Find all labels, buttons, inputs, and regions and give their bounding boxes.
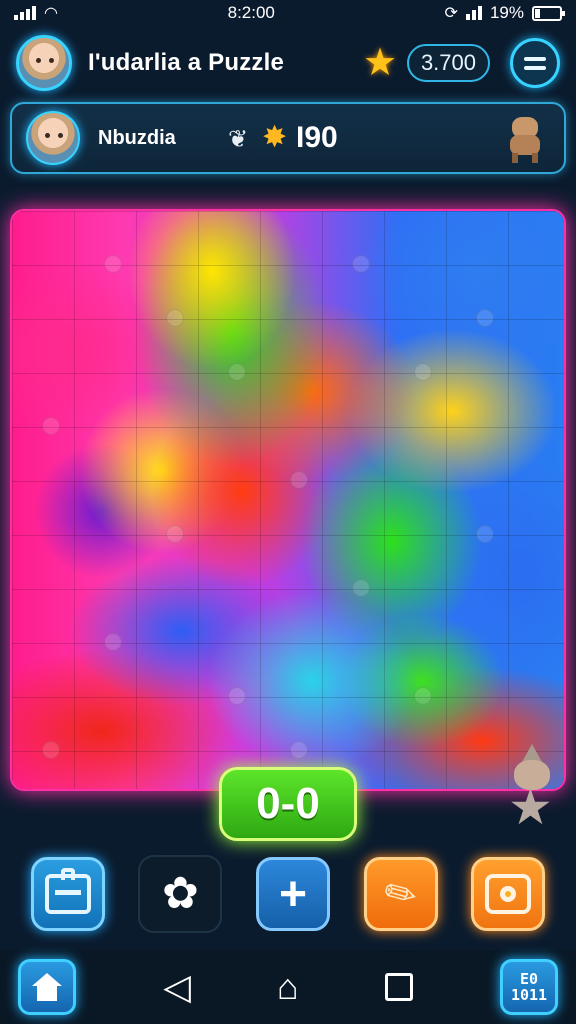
profile-avatar[interactable] <box>16 35 72 91</box>
puzzle-piece-icon: ✸ <box>262 121 288 154</box>
home-icon <box>32 973 62 1001</box>
coin-counter: ★ 3.700 <box>363 44 490 82</box>
hint-button[interactable]: ✎ <box>363 857 438 931</box>
signal-icon <box>14 6 36 20</box>
cell-signal-icon <box>465 6 482 20</box>
star-icon: ★ <box>362 42 398 84</box>
action-bar: ✿ + ✎ <box>0 846 576 942</box>
top-header: I'udarlia a Puzzle ★ 3.700 <box>0 28 576 98</box>
shop-bag-icon <box>485 874 532 914</box>
wifi-icon: ◠ <box>44 5 58 22</box>
puzzle-piece-outline-icon: ✿ <box>161 869 199 918</box>
status-right: ⟳ 19% <box>444 3 565 23</box>
coin-amount: 3.700 <box>406 44 490 82</box>
grid-icon: E0 1011 <box>510 970 548 1004</box>
menu-icon <box>524 56 546 61</box>
navigation-bar: ◁ ⌂ E0 1011 <box>0 950 576 1024</box>
score-badge: 0-0 <box>219 767 357 841</box>
menu-button[interactable] <box>510 38 560 88</box>
game-title: I'udarlia a Puzzle <box>88 49 285 76</box>
player-card: Nbuzdia ❦ ✸ I90 <box>10 102 566 174</box>
toolbox-icon <box>44 868 91 914</box>
status-time: 8:2:00 <box>227 3 275 22</box>
shop-button[interactable] <box>471 857 546 931</box>
battery-icon <box>531 5 565 21</box>
player-avatar[interactable] <box>26 111 80 165</box>
player-score: I90 <box>296 121 338 154</box>
piece-button[interactable]: ✿ <box>138 855 223 933</box>
sync-icon: ⟳ <box>444 5 458 22</box>
fairy-mascot[interactable]: ★ <box>504 744 564 836</box>
inventory-button[interactable] <box>30 857 105 931</box>
plus-icon: + <box>278 867 307 921</box>
puzzle-board[interactable] <box>10 209 566 791</box>
back-icon[interactable]: ◁ <box>163 969 191 1005</box>
feather-icon: ❦ <box>228 126 249 153</box>
player-name: Nbuzdia <box>98 126 176 149</box>
battery-percent: 19% <box>489 3 524 22</box>
system-nav: ◁ ⌂ <box>163 969 413 1005</box>
pencil-icon: ✎ <box>376 868 426 921</box>
home-outline-icon[interactable]: ⌂ <box>277 969 299 1005</box>
home-button[interactable] <box>18 959 76 1015</box>
square-icon[interactable] <box>384 973 413 1001</box>
grid-button[interactable]: E0 1011 <box>500 959 558 1015</box>
add-button[interactable]: + <box>255 857 330 931</box>
mascot-icon <box>500 113 550 163</box>
status-left: ◠ <box>14 3 58 23</box>
puzzle-image[interactable] <box>12 211 564 789</box>
status-bar: ◠ 8:2:00 ⟳ 19% <box>0 0 576 26</box>
